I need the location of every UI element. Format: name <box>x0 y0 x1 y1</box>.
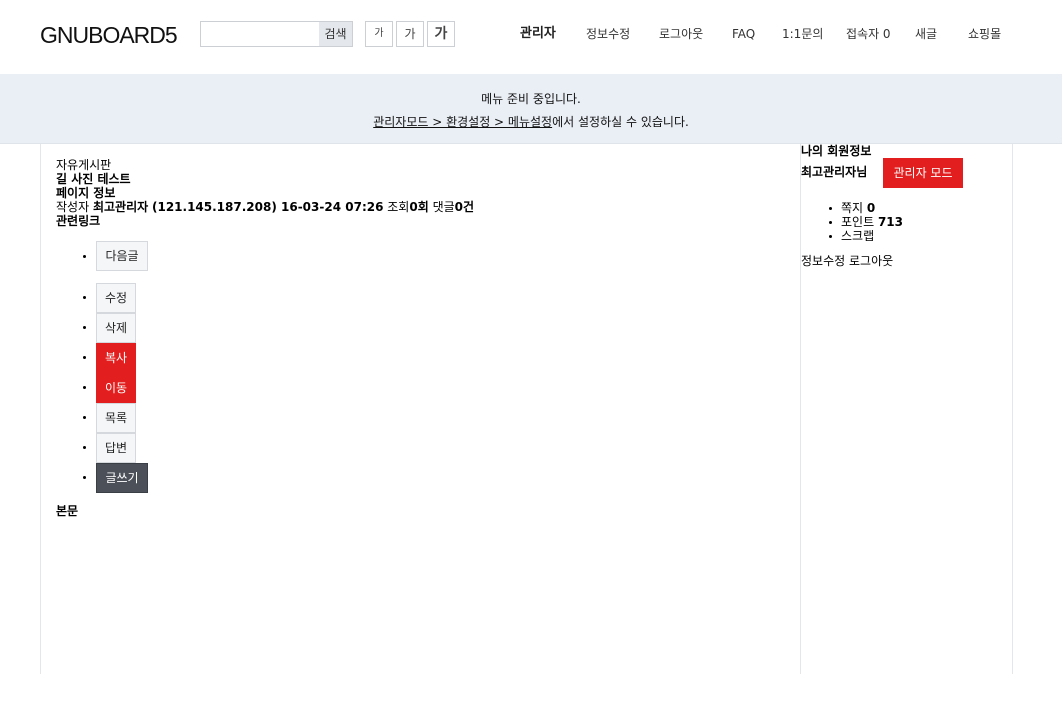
nav-shop-link[interactable]: 쇼핑몰 <box>968 27 1001 41</box>
nav-profile-edit-link[interactable]: 정보수정 <box>586 27 630 41</box>
related-links-heading: 관련링크 <box>56 214 101 228</box>
post-ip-date: (121.145.187.208) 16-03-24 07:26 <box>151 200 384 214</box>
nav-qa-link[interactable]: 1:1문의 <box>782 27 823 41</box>
notice-message: 메뉴 준비 중입니다. <box>481 92 581 106</box>
post-title: 길 사진 테스트 <box>56 172 131 186</box>
views-value: 0회 <box>409 200 429 214</box>
nav-faq-link[interactable]: FAQ <box>732 27 755 41</box>
page-info-heading: 페이지 정보 <box>56 186 116 200</box>
comments-value: 0건 <box>454 200 475 214</box>
site-header: GNUBOARD5 검색 가 가 가 관리자 정보수정 로그아웃 FAQ 1:1… <box>0 0 1062 74</box>
sidebar: 나의 회원정보 최고관리자님 관리자 모드 쪽지 0 포인트 713 스크랩 정… <box>800 144 1013 674</box>
search-form: 검색 <box>200 21 353 47</box>
move-button[interactable]: 이동 <box>96 373 136 403</box>
font-small-button[interactable]: 가 <box>365 21 393 47</box>
reply-button[interactable]: 답변 <box>96 433 136 463</box>
member-links: 정보수정 로그아웃 <box>801 254 893 268</box>
scrap-link[interactable]: 스크랩 <box>841 229 874 243</box>
author-label: 작성자 <box>56 200 90 214</box>
font-medium-button[interactable]: 가 <box>396 21 424 47</box>
list-bullet <box>83 356 86 359</box>
list-bullet <box>829 235 832 238</box>
list-bullet <box>83 416 86 419</box>
main-content: 자유게시판 길 사진 테스트 페이지 정보 작성자 최고관리자 (121.145… <box>40 144 801 674</box>
point-item[interactable]: 포인트 713 <box>841 215 903 229</box>
list-bullet <box>83 446 86 449</box>
admin-mode-button[interactable]: 관리자 모드 <box>883 158 963 188</box>
delete-button[interactable]: 삭제 <box>96 313 136 343</box>
author-name[interactable]: 최고관리자 <box>93 200 148 214</box>
menu-notice: 메뉴 준비 중입니다. 관리자모드 > 환경설정 > 메뉴설정에서 설정하실 수… <box>0 74 1062 144</box>
next-post-button[interactable]: 다음글 <box>96 241 148 271</box>
notice-help: 관리자모드 > 환경설정 > 메뉴설정에서 설정하실 수 있습니다. <box>0 113 1062 130</box>
list-bullet <box>829 207 832 210</box>
nav-new-posts-link[interactable]: 새글 <box>915 27 937 41</box>
member-info-heading: 나의 회원정보 <box>801 144 872 158</box>
list-bullet <box>83 326 86 329</box>
post-meta: 작성자 최고관리자 (121.145.187.208) 16-03-24 07:… <box>56 200 474 214</box>
copy-button[interactable]: 복사 <box>96 343 136 373</box>
point-label: 포인트 <box>841 215 875 229</box>
nav-visitors-link[interactable]: 접속자 0 <box>846 27 891 41</box>
search-button[interactable]: 검색 <box>319 22 352 46</box>
list-button[interactable]: 목록 <box>96 403 136 433</box>
nav-logout-link[interactable]: 로그아웃 <box>659 27 703 41</box>
edit-button[interactable]: 수정 <box>96 283 136 313</box>
list-bullet <box>83 386 86 389</box>
list-bullet <box>829 221 832 224</box>
notice-help-suffix: 에서 설정하실 수 있습니다. <box>552 115 689 129</box>
memo-item[interactable]: 쪽지 0 <box>841 201 875 215</box>
list-bullet <box>83 476 86 479</box>
board-name: 자유게시판 <box>56 158 112 172</box>
body-heading: 본문 <box>56 504 79 518</box>
memo-count: 0 <box>866 201 876 215</box>
point-value: 713 <box>877 215 904 229</box>
menu-settings-link[interactable]: 관리자모드 > 환경설정 > 메뉴설정 <box>373 115 552 129</box>
site-logo[interactable]: GNUBOARD5 <box>40 22 178 48</box>
search-input[interactable] <box>201 22 319 46</box>
views-label: 조회 <box>387 200 410 214</box>
write-button[interactable]: 글쓰기 <box>96 463 148 493</box>
logout-link[interactable]: 로그아웃 <box>849 254 893 268</box>
font-large-button[interactable]: 가 <box>427 21 455 47</box>
memo-label: 쪽지 <box>841 201 864 215</box>
profile-edit-link[interactable]: 정보수정 <box>801 254 845 268</box>
list-bullet <box>83 296 86 299</box>
comments-label: 댓글 <box>432 200 455 214</box>
member-nickname[interactable]: 최고관리자님 <box>801 165 867 179</box>
nav-admin-link[interactable]: 관리자 <box>520 27 556 41</box>
list-bullet <box>83 255 86 258</box>
